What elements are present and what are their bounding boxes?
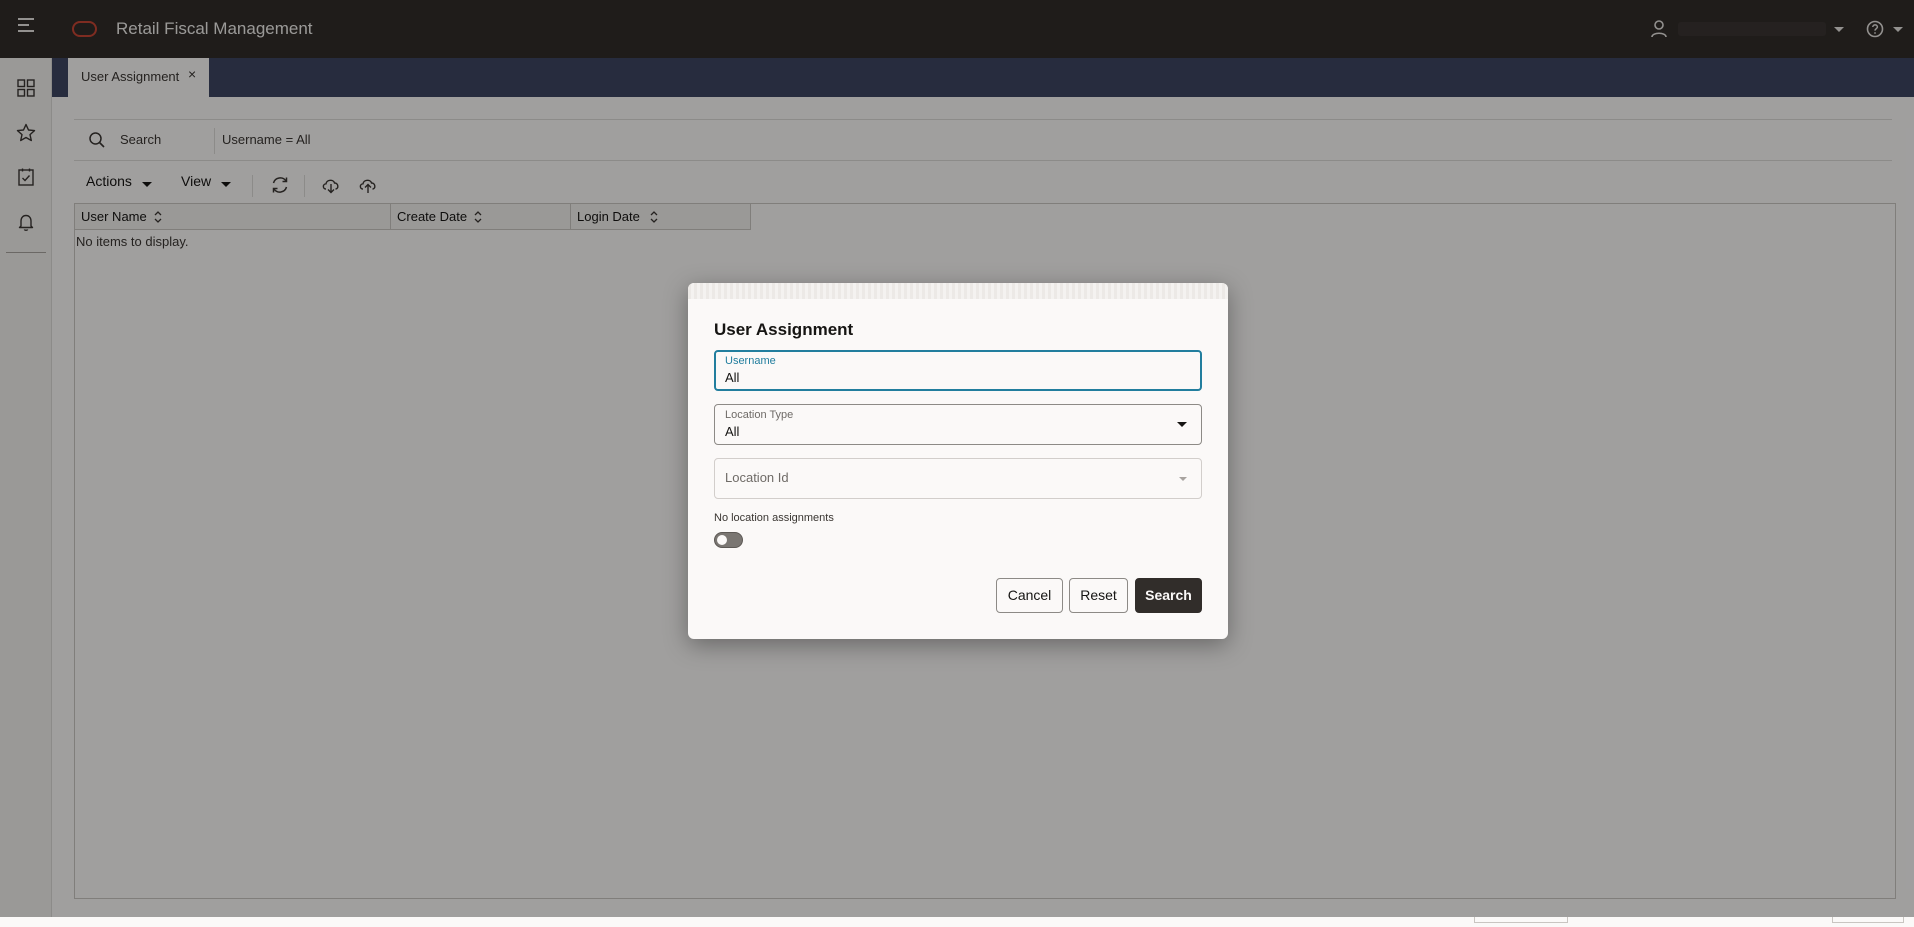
chevron-down-icon	[1177, 422, 1187, 427]
footer-control	[1832, 917, 1904, 923]
user-assignment-dialog: User Assignment Username All Location Ty…	[688, 283, 1228, 639]
dialog-title: User Assignment	[714, 320, 854, 339]
switch-thumb	[717, 535, 727, 545]
username-field[interactable]: Username All	[714, 350, 1202, 391]
location-type-value: All	[725, 424, 740, 439]
dialog-header-strip	[688, 283, 1228, 299]
reset-button[interactable]: Reset	[1069, 578, 1128, 613]
location-id-placeholder: Location Id	[725, 470, 789, 485]
search-button[interactable]: Search	[1135, 578, 1202, 613]
username-label: Username	[725, 355, 776, 367]
location-id-select[interactable]: Location Id	[714, 458, 1202, 499]
cancel-button[interactable]: Cancel	[996, 578, 1063, 613]
no-location-assignments-label: No location assignments	[714, 512, 834, 524]
no-location-assignments-switch[interactable]	[714, 532, 743, 548]
username-value: All	[725, 370, 740, 385]
location-type-select[interactable]: Location Type All	[714, 404, 1202, 445]
chevron-down-icon	[1179, 477, 1187, 481]
footer-strip	[0, 917, 1914, 927]
footer-control	[1474, 917, 1568, 923]
location-type-label: Location Type	[725, 409, 794, 421]
